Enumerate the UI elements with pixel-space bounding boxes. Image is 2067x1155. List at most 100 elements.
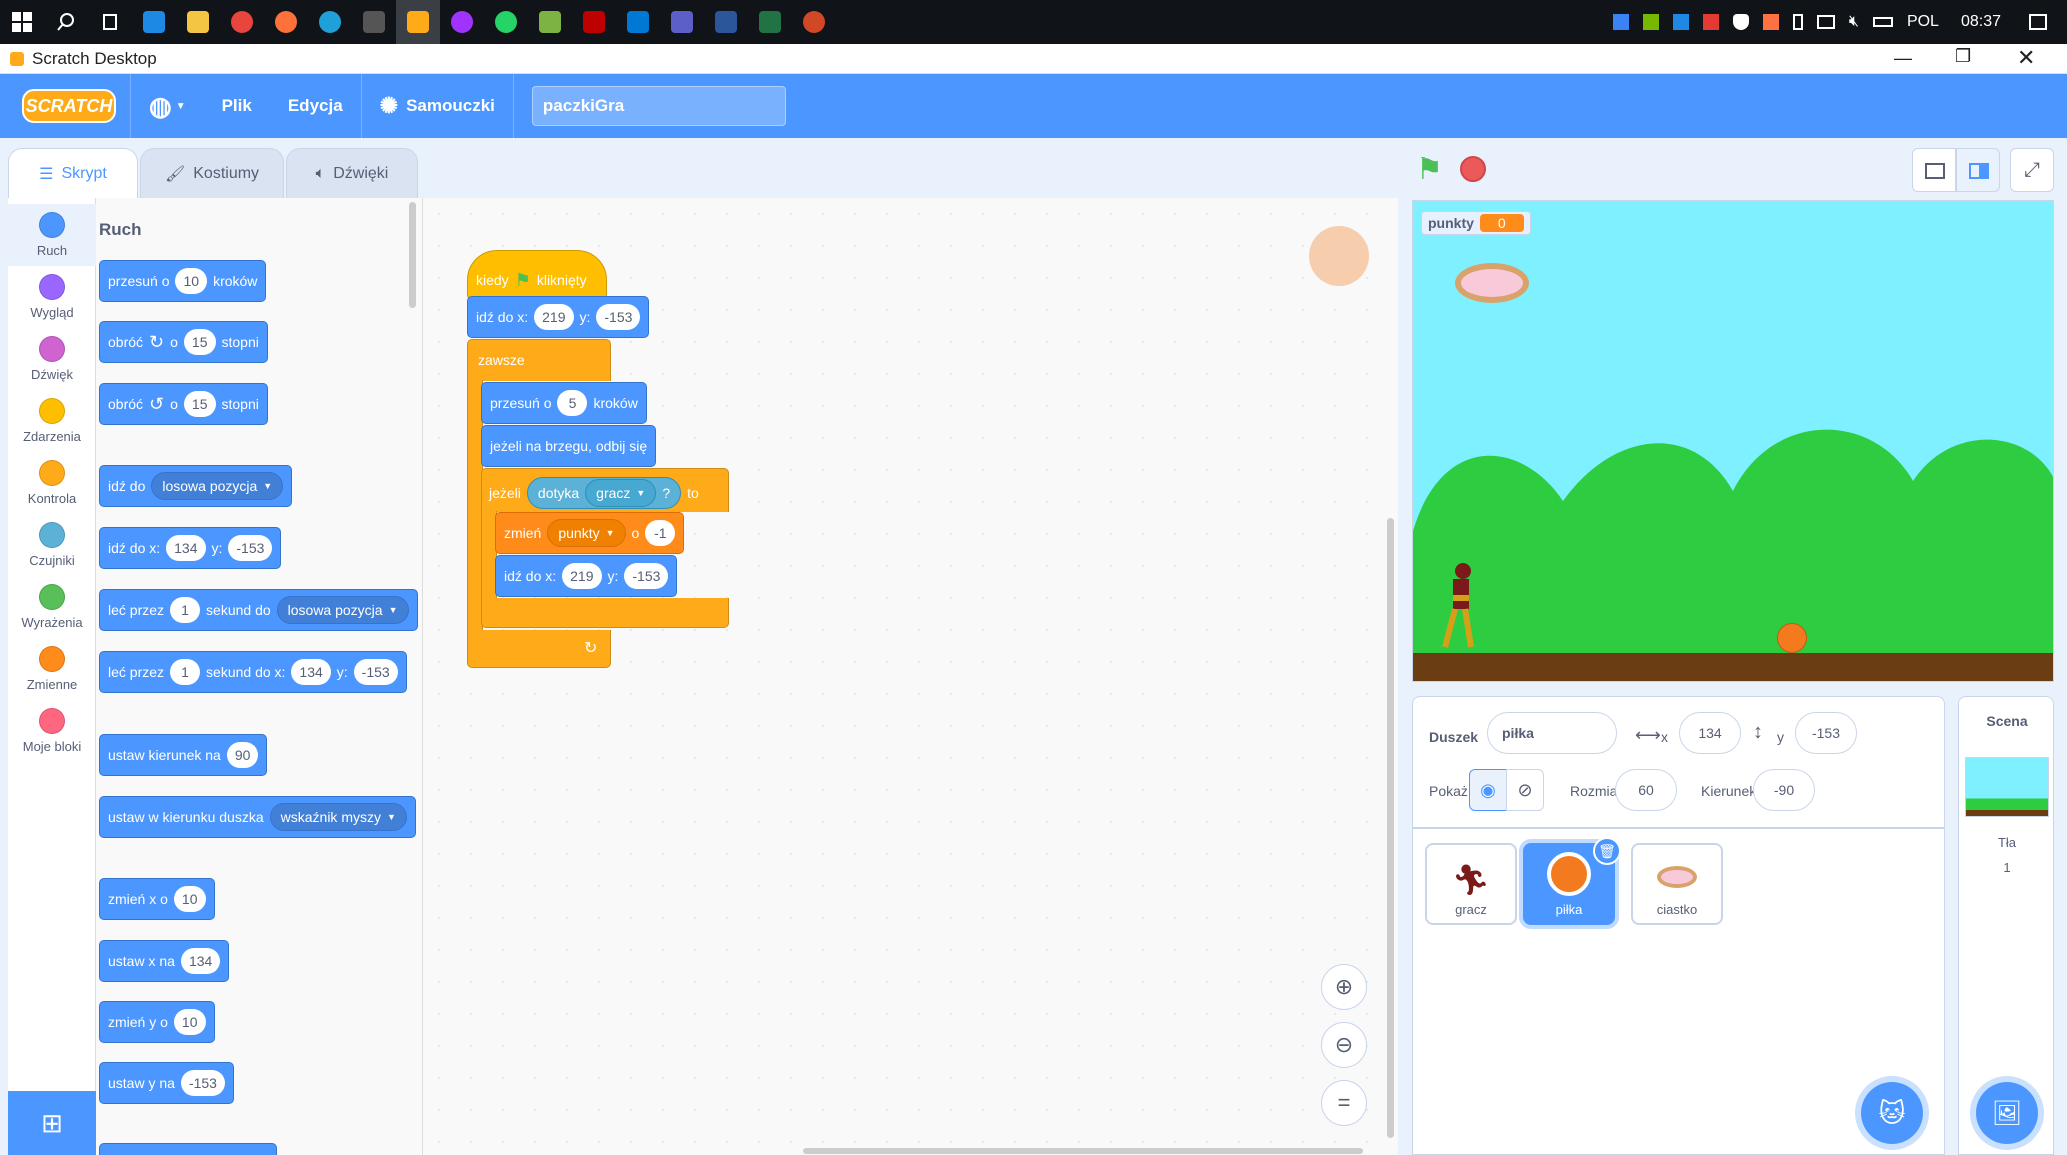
block-input[interactable]: -153 [596,304,641,330]
block-input[interactable]: 219 [534,304,574,330]
player-sprite[interactable] [1441,561,1475,653]
stop-button[interactable] [1460,156,1486,182]
language-menu[interactable]: ◍ ▼ [131,74,204,138]
category-looks[interactable]: Wygląd [8,266,96,328]
tutorials-button[interactable]: ✺ Samouczki [362,74,513,138]
sprite-thumb-player[interactable]: 🏃︎ gracz [1425,843,1517,925]
large-stage-button[interactable] [1956,148,2000,192]
block-move-steps[interactable]: przesuń o 10 kroków [99,260,267,302]
firefox-icon[interactable] [264,0,308,44]
stage-selector[interactable]: Scena Tła 1 🖼︎ [1958,696,2054,1155]
green-flag-button[interactable]: ⚑ [1416,152,1443,187]
sprite-name-input[interactable]: piłka [1487,712,1617,754]
block-go-to-xy[interactable]: idź do x: 134 y: -153 [99,527,282,569]
category-control[interactable]: Kontrola [8,452,96,514]
file-explorer-icon[interactable] [176,0,220,44]
notepad-icon[interactable] [528,0,572,44]
block-input[interactable]: -153 [180,1070,225,1096]
sprite-thumb-donut[interactable]: ciastko [1631,843,1723,925]
windows-start-icon[interactable] [0,0,44,44]
tab-costumes[interactable]: 🖌︎ Kostiumy [140,148,284,198]
block-point-direction[interactable]: ustaw kierunek na 90 [99,734,268,776]
touching-block[interactable]: dotyka gracz ▼ ? [526,477,682,509]
category-sensing[interactable]: Czujniki [8,514,96,576]
restore-icon[interactable]: ❐ [1955,46,1971,67]
tray-app-icon[interactable] [1672,14,1689,30]
category-motion[interactable]: Ruch [8,204,96,266]
go-to-xy-block[interactable]: idź do x: 219 y: -153 [467,296,650,338]
mail-icon[interactable] [132,0,176,44]
sprite-thumb-ball[interactable]: piłka 🗑︎ [1523,837,1621,925]
block-input[interactable]: 1 [170,597,201,623]
zoom-reset-button[interactable]: = [1321,1080,1367,1126]
size-input[interactable]: 60 [1615,769,1677,811]
speaker-muted-icon[interactable]: 🔇︎ [1849,13,1859,31]
block-go-to[interactable]: idź do losowa pozycja ▼ [99,465,293,507]
block-dropdown[interactable]: punkty ▼ [547,519,626,547]
block-set-y[interactable]: ustaw y na -153 [99,1062,234,1104]
delete-sprite-button[interactable]: 🗑︎ [1593,837,1621,865]
block-turn-right[interactable]: obróć ↻ o 15 stopni [99,321,268,363]
task-view-icon[interactable] [88,0,132,44]
show-sprite-button[interactable]: ◉ [1469,769,1507,811]
usb-icon[interactable] [1792,14,1803,30]
tray-app-icon[interactable] [1762,14,1779,30]
close-icon[interactable]: ✕ [2017,45,2035,71]
block-glide-to[interactable]: leć przez 1 sekund do losowa pozycja ▼ [99,589,418,631]
nvidia-icon[interactable] [1642,14,1659,30]
fullscreen-button[interactable]: ⤢ [2010,148,2054,192]
stage[interactable]: punkty 0 [1412,200,2054,682]
block-input[interactable]: 10 [175,268,208,294]
palette-scrollbar[interactable] [409,202,416,308]
block-glide-to-xy[interactable]: leć przez 1 sekund do x: 134 y: -153 [99,651,407,693]
zoom-out-button[interactable]: ⊖ [1321,1022,1367,1068]
hide-sprite-button[interactable]: ⊘ [1506,769,1544,811]
app-icon[interactable] [352,0,396,44]
minimize-icon[interactable]: — [1894,48,1912,69]
add-extension-button[interactable]: ⊞ [8,1091,96,1155]
block-set-x[interactable]: ustaw x na 134 [99,940,230,982]
block-input[interactable]: 1 [170,659,201,685]
block-input[interactable]: 15 [183,391,216,417]
vscode-icon[interactable] [616,0,660,44]
file-menu[interactable]: Plik [204,74,270,138]
edit-menu[interactable]: Edycja [270,74,361,138]
excel-icon[interactable] [748,0,792,44]
donut-sprite[interactable] [1455,263,1529,303]
block-input[interactable]: -1 [645,520,676,546]
block-change-x[interactable]: zmień x o 10 [99,878,215,920]
battery-icon[interactable] [1872,17,1893,27]
zoom-in-button[interactable]: ⊕ [1321,964,1367,1010]
block-input[interactable]: 5 [557,390,588,416]
block-turn-left[interactable]: obróć ↺ o 15 stopni [99,383,268,425]
chrome-icon[interactable] [220,0,264,44]
messenger-icon[interactable] [440,0,484,44]
block-input[interactable]: 134 [166,535,206,561]
backdrop-thumbnail[interactable] [1965,757,2049,817]
direction-input[interactable]: -90 [1753,769,1815,811]
ball-sprite[interactable] [1777,623,1807,653]
word-icon[interactable] [704,0,748,44]
block-input[interactable]: -153 [228,535,273,561]
block-input[interactable]: -153 [353,659,398,685]
go-to-xy-block[interactable]: idź do x: 219 y: -153 [495,555,678,597]
when-flag-clicked-block[interactable]: kiedy ⚑ kliknięty [467,250,607,300]
x-input[interactable]: 134 [1679,712,1741,754]
category-my-blocks[interactable]: Moje bloki [8,700,96,762]
block-dropdown[interactable]: wskaźnik myszy ▼ [269,803,407,831]
block-dropdown[interactable]: gracz ▼ [585,479,657,507]
edge-icon[interactable] [308,0,352,44]
block-partial[interactable] [99,1143,277,1155]
scratch-logo[interactable]: SCRATCH [22,89,116,123]
clock[interactable]: 08:37 [1961,13,2001,31]
block-change-y[interactable]: zmień y o 10 [99,1001,215,1043]
search-icon[interactable] [44,0,88,44]
block-input[interactable]: 15 [183,329,216,355]
block-input[interactable]: 10 [173,886,206,912]
add-sprite-button[interactable]: 🐱︎ [1861,1082,1923,1144]
small-stage-button[interactable] [1912,148,1956,192]
block-dropdown[interactable]: losowa pozycja ▼ [276,596,409,624]
forever-block[interactable]: zawsze [467,339,611,381]
category-sound[interactable]: Dźwięk [8,328,96,390]
whatsapp-icon[interactable] [484,0,528,44]
